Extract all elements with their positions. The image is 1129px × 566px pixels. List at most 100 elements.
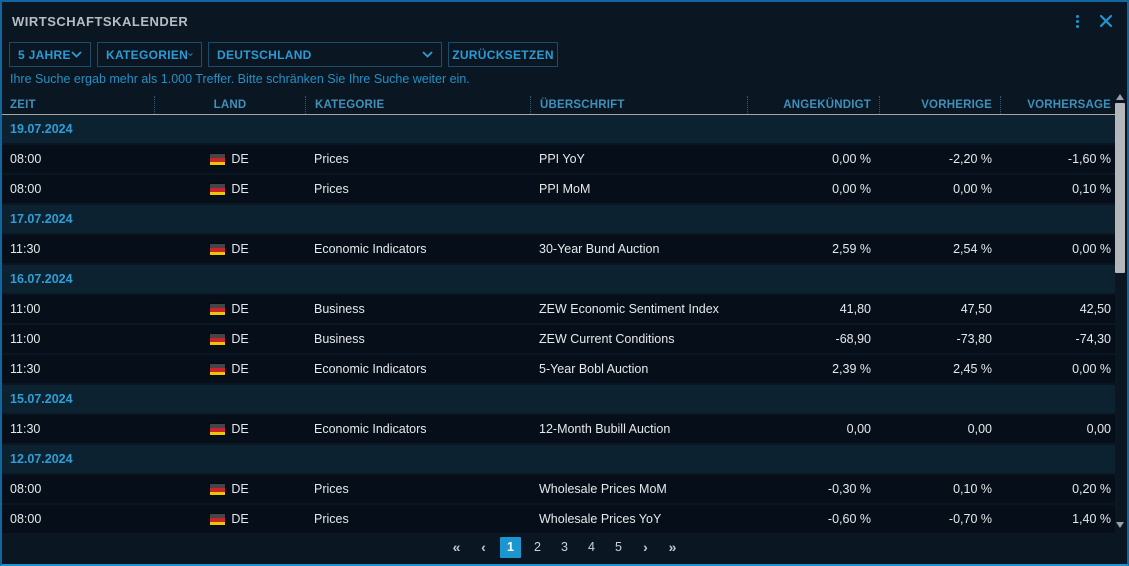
event-country: DE [154, 302, 305, 316]
event-previous: 2,54 % [879, 242, 1000, 256]
close-icon[interactable] [1099, 14, 1113, 28]
country-code: DE [231, 512, 248, 526]
event-announced: 2,39 % [747, 362, 879, 376]
event-category: Business [305, 332, 530, 346]
page-button-5[interactable]: 5 [608, 537, 629, 558]
page-button-4[interactable]: 4 [581, 537, 602, 558]
country-code: DE [231, 182, 248, 196]
period-dropdown-label: 5 JAHRE [18, 48, 71, 62]
germany-flag-icon [210, 304, 225, 315]
country-code: DE [231, 332, 248, 346]
event-country: DE [154, 362, 305, 376]
pagination: « ‹ 12345 › » [2, 537, 1127, 558]
column-header-land[interactable]: LAND [154, 96, 305, 114]
page-button-1[interactable]: 1 [500, 537, 521, 558]
event-time: 08:00 [2, 152, 154, 166]
germany-flag-icon [210, 484, 225, 495]
page-button-2[interactable]: 2 [527, 537, 548, 558]
event-row[interactable]: 08:00DEPricesWholesale Prices YoY-0,60 %… [2, 505, 1115, 535]
column-header-angekuendigt[interactable]: ANGEKÜNDIGT [747, 96, 879, 114]
event-time: 11:30 [2, 242, 154, 256]
event-country: DE [154, 422, 305, 436]
event-time: 08:00 [2, 482, 154, 496]
event-country: DE [154, 482, 305, 496]
country-code: DE [231, 422, 248, 436]
column-header-kategorie[interactable]: KATEGORIE [305, 96, 530, 114]
column-header-vorherige[interactable]: VORHERIGE [879, 96, 1000, 114]
germany-flag-icon [210, 184, 225, 195]
event-announced: 2,59 % [747, 242, 879, 256]
scrollbar-thumb[interactable] [1115, 103, 1125, 273]
date-group-row: 19.07.2024 [2, 115, 1115, 145]
event-row[interactable]: 11:00DEBusinessZEW Economic Sentiment In… [2, 295, 1115, 325]
event-category: Economic Indicators [305, 362, 530, 376]
event-row[interactable]: 11:30DEEconomic Indicators30-Year Bund A… [2, 235, 1115, 265]
event-forecast: 0,10 % [1000, 182, 1115, 196]
event-headline: 5-Year Bobl Auction [530, 362, 747, 376]
event-headline: 12-Month Bubill Auction [530, 422, 747, 436]
event-time: 08:00 [2, 512, 154, 526]
event-time: 11:30 [2, 362, 154, 376]
event-row[interactable]: 11:30DEEconomic Indicators12-Month Bubil… [2, 415, 1115, 445]
event-headline: 30-Year Bund Auction [530, 242, 747, 256]
event-country: DE [154, 512, 305, 526]
page-button-3[interactable]: 3 [554, 537, 575, 558]
germany-flag-icon [210, 154, 225, 165]
germany-flag-icon [210, 334, 225, 345]
scroll-up-arrow-icon[interactable] [1116, 94, 1124, 100]
event-headline: ZEW Economic Sentiment Index [530, 302, 747, 316]
economic-calendar-panel: WIRTSCHAFTSKALENDER 5 JAHRE KATEGORIEN D… [0, 0, 1129, 566]
first-page-button[interactable]: « [446, 537, 467, 558]
column-header-ueberschrift[interactable]: ÜBERSCHRIFT [530, 96, 747, 114]
column-header-vorhersage[interactable]: VORHERSAGE [1000, 96, 1115, 114]
last-page-button[interactable]: » [662, 537, 683, 558]
event-headline: Wholesale Prices YoY [530, 512, 747, 526]
event-previous: -0,70 % [879, 512, 1000, 526]
event-row[interactable]: 08:00DEPricesWholesale Prices MoM-0,30 %… [2, 475, 1115, 505]
country-code: DE [231, 152, 248, 166]
event-category: Economic Indicators [305, 242, 530, 256]
kebab-menu-icon[interactable] [1074, 13, 1081, 30]
scroll-down-arrow-icon[interactable] [1116, 522, 1124, 528]
event-category: Prices [305, 482, 530, 496]
event-previous: 47,50 [879, 302, 1000, 316]
event-forecast: 0,00 [1000, 422, 1115, 436]
reset-button[interactable]: ZURÜCKSETZEN [448, 42, 558, 67]
event-row[interactable]: 11:00DEBusinessZEW Current Conditions-68… [2, 325, 1115, 355]
event-category: Prices [305, 182, 530, 196]
event-row[interactable]: 08:00DEPricesPPI YoY0,00 %-2,20 %-1,60 % [2, 145, 1115, 175]
event-country: DE [154, 242, 305, 256]
event-announced: -0,60 % [747, 512, 879, 526]
table-header: ZEIT LAND KATEGORIE ÜBERSCHRIFT ANGEKÜND… [2, 96, 1115, 115]
germany-flag-icon [210, 364, 225, 375]
event-category: Prices [305, 152, 530, 166]
date-group-row: 16.07.2024 [2, 265, 1115, 295]
country-dropdown[interactable]: DEUTSCHLAND [208, 42, 442, 67]
period-dropdown[interactable]: 5 JAHRE [9, 42, 91, 67]
event-previous: -2,20 % [879, 152, 1000, 166]
table-body: 19.07.202408:00DEPricesPPI YoY0,00 %-2,2… [2, 115, 1115, 535]
event-row[interactable]: 08:00DEPricesPPI MoM0,00 %0,00 %0,10 % [2, 175, 1115, 205]
event-forecast: 1,40 % [1000, 512, 1115, 526]
germany-flag-icon [210, 514, 225, 525]
categories-dropdown[interactable]: KATEGORIEN [97, 42, 202, 67]
next-page-button[interactable]: › [635, 537, 656, 558]
event-previous: 0,00 [879, 422, 1000, 436]
event-previous: 2,45 % [879, 362, 1000, 376]
event-announced: -68,90 [747, 332, 879, 346]
date-group-row: 12.07.2024 [2, 445, 1115, 475]
event-forecast: -1,60 % [1000, 152, 1115, 166]
event-category: Economic Indicators [305, 422, 530, 436]
germany-flag-icon [210, 424, 225, 435]
titlebar-actions [1074, 13, 1113, 30]
event-row[interactable]: 11:30DEEconomic Indicators5-Year Bobl Au… [2, 355, 1115, 385]
prev-page-button[interactable]: ‹ [473, 537, 494, 558]
date-group-row: 15.07.2024 [2, 385, 1115, 415]
column-header-zeit[interactable]: ZEIT [2, 96, 154, 114]
panel-title: WIRTSCHAFTSKALENDER [12, 14, 188, 29]
event-country: DE [154, 152, 305, 166]
event-previous: -73,80 [879, 332, 1000, 346]
event-forecast: 0,00 % [1000, 242, 1115, 256]
country-dropdown-label: DEUTSCHLAND [217, 48, 312, 62]
germany-flag-icon [210, 244, 225, 255]
